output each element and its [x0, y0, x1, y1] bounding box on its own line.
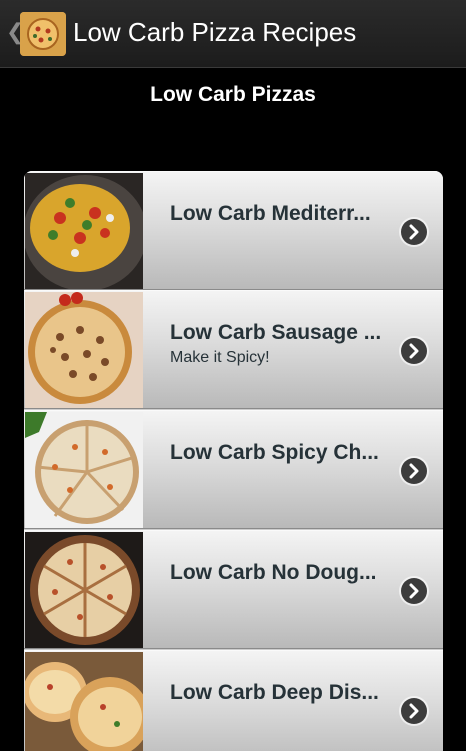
app-title: Low Carb Pizza Recipes [73, 17, 357, 47]
recipe-title: Low Carb Deep Dis... [170, 681, 379, 704]
chevron-right-icon[interactable] [401, 219, 427, 245]
recipe-list: Low Carb Mediterr... Low Carb Sausage ..… [24, 171, 443, 751]
page-header: Low Carb Pizzas [0, 68, 466, 124]
pizza-icon[interactable] [20, 12, 66, 56]
list-item[interactable]: Low Carb Sausage ... Make it Spicy! [24, 290, 443, 409]
recipe-title: Low Carb Mediterr... [170, 202, 371, 225]
recipe-title: Low Carb Spicy Ch... [170, 441, 379, 464]
chevron-right-icon[interactable] [401, 458, 427, 484]
list-item[interactable]: Low Carb Mediterr... [24, 171, 443, 290]
chevron-right-icon[interactable] [401, 338, 427, 364]
recipe-thumbnail [25, 173, 143, 289]
recipe-thumbnail [25, 652, 143, 751]
recipe-title: Low Carb No Doug... [170, 561, 377, 584]
recipe-thumbnail [25, 292, 143, 408]
chevron-right-icon[interactable] [401, 578, 427, 604]
recipe-thumbnail [25, 412, 143, 528]
page-title: Low Carb Pizzas [150, 83, 316, 106]
action-bar: ❮ Low Carb Pizza Recipes [0, 0, 466, 68]
list-item[interactable]: Low Carb No Doug... [24, 530, 443, 649]
recipe-title: Low Carb Sausage ... [170, 321, 382, 344]
recipe-subtitle: Make it Spicy! [170, 349, 270, 366]
list-item[interactable]: Low Carb Deep Dis... [24, 650, 443, 751]
chevron-right-icon[interactable] [401, 698, 427, 724]
recipe-thumbnail [25, 532, 143, 648]
list-item[interactable]: Low Carb Spicy Ch... [24, 410, 443, 529]
